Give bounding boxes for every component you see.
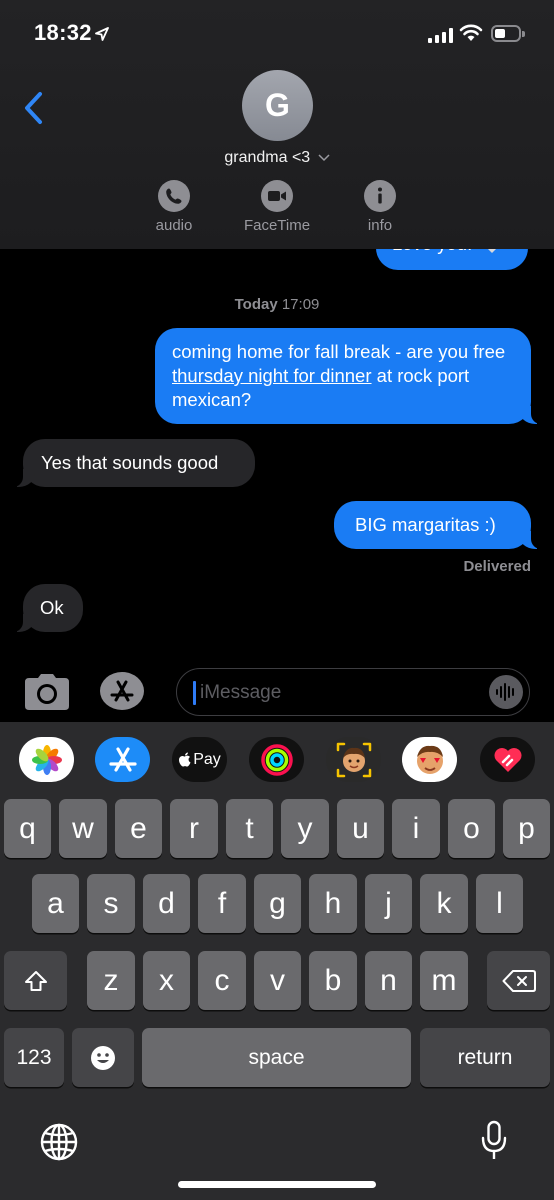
key-c[interactable]: c: [198, 951, 246, 1010]
microphone-icon[interactable]: [480, 1120, 508, 1162]
key-b[interactable]: b: [309, 951, 357, 1010]
location-arrow-icon: [95, 27, 109, 41]
key-o[interactable]: o: [448, 799, 495, 858]
message-bubble-outgoing[interactable]: BIG margaritas :): [334, 501, 543, 549]
return-key[interactable]: return: [420, 1028, 550, 1087]
imessage-input-field[interactable]: [176, 668, 530, 716]
key-y[interactable]: y: [281, 799, 329, 858]
message-bubble-outgoing[interactable]: coming home for fall break - are you fre…: [155, 328, 543, 424]
delivery-status: Delivered: [463, 558, 531, 575]
key-s[interactable]: s: [87, 874, 135, 933]
phone-icon: [158, 180, 190, 212]
contact-avatar[interactable]: G: [242, 70, 313, 141]
backspace-icon: [502, 969, 536, 992]
activity-app-icon[interactable]: [249, 737, 304, 782]
audio-message-button[interactable]: [489, 675, 523, 709]
apple-logo-icon: [179, 752, 191, 767]
audio-label: audio: [155, 217, 193, 234]
photos-app-icon[interactable]: [19, 737, 74, 782]
key-q[interactable]: q: [4, 799, 51, 858]
conversation-header: 18:32 G grandma <3 audio FaceTime info: [0, 0, 554, 249]
key-l[interactable]: l: [476, 874, 523, 933]
shift-arrow-icon: [24, 970, 47, 991]
waveform-icon: [496, 683, 514, 701]
cellular-signal-icon: [428, 27, 453, 43]
space-key[interactable]: space: [142, 1028, 411, 1087]
text-cursor: [193, 681, 196, 705]
apple-pay-icon[interactable]: Pay: [172, 737, 227, 782]
audio-call-button[interactable]: audio: [129, 180, 219, 234]
facetime-label: FaceTime: [243, 217, 311, 234]
key-u[interactable]: u: [337, 799, 384, 858]
facetime-button[interactable]: FaceTime: [232, 180, 322, 234]
key-t[interactable]: t: [226, 799, 273, 858]
video-camera-icon: [261, 180, 293, 212]
battery-icon: [491, 25, 525, 42]
message-bubble-incoming[interactable]: Yes that sounds good: [11, 439, 255, 487]
chevron-down-icon: [318, 154, 330, 161]
contact-name: grandma <3: [224, 149, 311, 166]
key-f[interactable]: f: [198, 874, 246, 933]
numbers-key[interactable]: 123: [4, 1028, 64, 1087]
key-z[interactable]: z: [87, 951, 135, 1010]
key-a[interactable]: a: [32, 874, 79, 933]
key-x[interactable]: x: [143, 951, 190, 1010]
key-e[interactable]: e: [115, 799, 162, 858]
wifi-icon: [459, 24, 483, 41]
key-m[interactable]: m: [420, 951, 468, 1010]
key-r[interactable]: r: [170, 799, 218, 858]
message-timestamp: Today 17:09: [0, 296, 554, 313]
message-bubble-incoming[interactable]: Ok: [11, 584, 83, 632]
message-text-prefix: coming home for fall break - are you fre…: [172, 341, 506, 362]
key-j[interactable]: j: [365, 874, 412, 933]
info-button[interactable]: info: [335, 180, 425, 234]
message-text: Ok: [40, 597, 64, 618]
contact-name-button[interactable]: grandma <3: [0, 149, 554, 167]
home-indicator[interactable]: [178, 1181, 376, 1188]
message-text: BIG margaritas :): [355, 514, 496, 535]
key-d[interactable]: d: [143, 874, 190, 933]
app-store-icon: [110, 680, 134, 702]
key-n[interactable]: n: [365, 951, 412, 1010]
memoji-stickers-icon[interactable]: [326, 737, 381, 782]
key-w[interactable]: w: [59, 799, 107, 858]
apple-pay-label: Pay: [193, 750, 221, 768]
key-h[interactable]: h: [309, 874, 357, 933]
info-label: info: [367, 217, 393, 234]
app-store-icon[interactable]: [95, 737, 150, 782]
globe-icon[interactable]: [39, 1122, 79, 1162]
status-time: 18:32: [34, 20, 92, 45]
shift-key[interactable]: [4, 951, 67, 1010]
key-g[interactable]: g: [254, 874, 301, 933]
key-k[interactable]: k: [420, 874, 468, 933]
imessage-app-drawer: Pay: [0, 737, 554, 782]
key-i[interactable]: i: [392, 799, 440, 858]
memoji-sticker-icon[interactable]: [402, 737, 457, 782]
timestamp-day: Today: [234, 296, 278, 313]
message-text-input[interactable]: [198, 677, 482, 709]
key-p[interactable]: p: [503, 799, 550, 858]
message-text: Yes that sounds good: [41, 452, 219, 473]
delete-key[interactable]: [487, 951, 550, 1010]
app-store-button[interactable]: [100, 672, 144, 710]
digital-touch-icon[interactable]: [480, 737, 535, 782]
avatar-initial: G: [265, 87, 290, 123]
emoji-icon: [91, 1045, 115, 1070]
back-chevron-icon[interactable]: [20, 90, 50, 126]
timestamp-time: 17:09: [281, 296, 320, 313]
emoji-key[interactable]: [72, 1028, 134, 1087]
key-v[interactable]: v: [254, 951, 301, 1010]
camera-icon[interactable]: [24, 673, 70, 711]
info-icon: [364, 180, 396, 212]
date-detector-link[interactable]: thursday night for dinner: [172, 365, 372, 386]
keyboard: Pay q w e r t y u i o p a s d f g h j k …: [0, 722, 554, 1200]
